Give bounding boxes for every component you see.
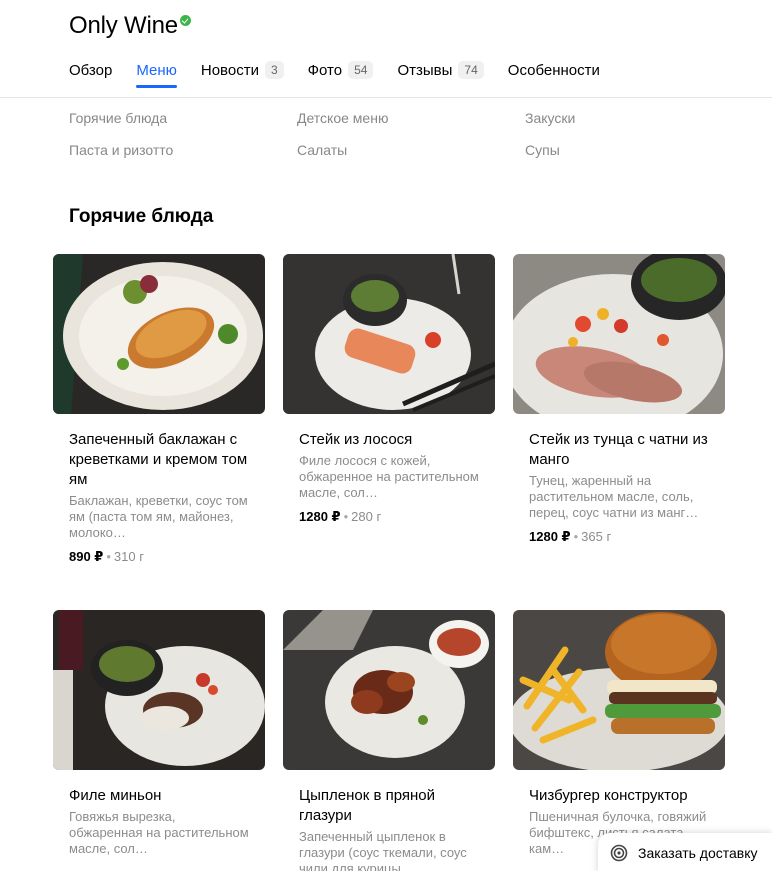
- tab-label: Меню: [136, 61, 177, 79]
- dish-name: Стейк из тунца с чатни из манго: [529, 431, 708, 468]
- tab-label: Фото: [307, 61, 343, 79]
- dish-description: Тунец, жаренный на растительном масле, с…: [529, 473, 699, 520]
- dish-card[interactable]: Цыпленок в пряной глазури Запеченный цып…: [283, 610, 495, 871]
- menu-categories: Горячие блюда Детское меню Закуски Паста…: [69, 108, 729, 160]
- title-row: Only Wine: [69, 12, 191, 40]
- section-title: Горячие блюда: [69, 206, 214, 227]
- order-delivery-button[interactable]: Заказать доставку: [598, 833, 772, 871]
- tab-bar: Обзор Меню Новости 3 Фото 54 Отзывы 74 О…: [69, 60, 624, 88]
- spiral-icon: [610, 844, 628, 862]
- tab-count-badge: 74: [458, 61, 484, 79]
- tab-reviews[interactable]: Отзывы 74: [397, 60, 484, 80]
- dish-photo: [283, 610, 495, 770]
- order-delivery-label: Заказать доставку: [638, 845, 758, 861]
- dish-card[interactable]: Запеченный баклажан с креветками и кремо…: [53, 254, 265, 565]
- category-link[interactable]: Паста и ризотто: [69, 140, 297, 160]
- dish-photo: [513, 254, 725, 414]
- category-link[interactable]: Закуски: [525, 108, 725, 128]
- tab-features[interactable]: Особенности: [508, 60, 600, 80]
- dish-name: Стейк из лосося: [299, 431, 413, 448]
- dish-weight: 310 г: [113, 549, 144, 564]
- dish-weight: 365 г: [581, 529, 612, 544]
- dish-photo: [513, 610, 725, 770]
- tab-count-badge: 54: [348, 61, 374, 79]
- category-link[interactable]: Детское меню: [297, 108, 525, 128]
- dish-name: Чизбургер конструктор: [529, 787, 688, 804]
- separator-dot: •: [106, 549, 111, 564]
- dish-description: Запеченный цыпленок в глазури (соус ткем…: [299, 829, 467, 871]
- dish-description: Баклажан, креветки, соус том ям (паста т…: [69, 493, 248, 540]
- dish-price-row: 1280 ₽ • 280 г: [299, 509, 479, 525]
- tab-news[interactable]: Новости 3: [201, 60, 284, 80]
- tab-count-badge: 3: [264, 61, 284, 79]
- separator-dot: •: [573, 529, 579, 544]
- separator-dot: •: [343, 509, 349, 524]
- tab-photo[interactable]: Фото 54: [308, 60, 374, 80]
- page-title: Only Wine: [69, 12, 178, 39]
- tab-menu[interactable]: Меню: [136, 60, 177, 88]
- tab-label: Обзор: [69, 61, 113, 79]
- header: Only Wine Обзор Меню Новости 3 Фото 54 О…: [0, 0, 772, 98]
- dish-price-row: 1280 ₽ • 365 г: [529, 529, 709, 545]
- tab-label: Особенности: [507, 61, 600, 79]
- dish-card[interactable]: Филе миньон Говяжья вырезка, обжаренная …: [53, 610, 265, 857]
- dish-card[interactable]: Чизбургер конструктор Пшеничная булочка,…: [513, 610, 725, 857]
- tab-label: Отзывы: [397, 61, 453, 79]
- dish-description: Филе лосося с кожей, обжаренное на расти…: [299, 453, 479, 500]
- dish-price: 1280 ₽: [529, 529, 571, 544]
- tab-label: Новости: [200, 61, 259, 79]
- dish-card[interactable]: Стейк из лосося Филе лосося с кожей, обж…: [283, 254, 495, 525]
- dish-photo: [283, 254, 495, 414]
- dish-price-row: 890 ₽ • 310 г: [69, 549, 249, 565]
- category-link[interactable]: Салаты: [297, 140, 525, 160]
- dish-card[interactable]: Стейк из тунца с чатни из манго Тунец, ж…: [513, 254, 725, 545]
- dish-weight: 280 г: [351, 509, 382, 524]
- dish-price: 890 ₽: [69, 549, 104, 564]
- dish-name: Филе миньон: [69, 787, 162, 804]
- category-link[interactable]: Горячие блюда: [69, 108, 297, 128]
- dish-photo: [53, 254, 265, 414]
- tab-overview[interactable]: Обзор: [69, 60, 112, 80]
- category-link[interactable]: Супы: [525, 140, 725, 160]
- verified-icon: [179, 15, 191, 26]
- dish-photo: [53, 610, 265, 770]
- dish-name: Цыпленок в пряной глазури: [299, 787, 436, 824]
- dish-name: Запеченный баклажан с креветками и кремо…: [69, 431, 248, 488]
- dish-description: Говяжья вырезка, обжаренная на раститель…: [69, 809, 249, 856]
- dish-price: 1280 ₽: [299, 509, 341, 524]
